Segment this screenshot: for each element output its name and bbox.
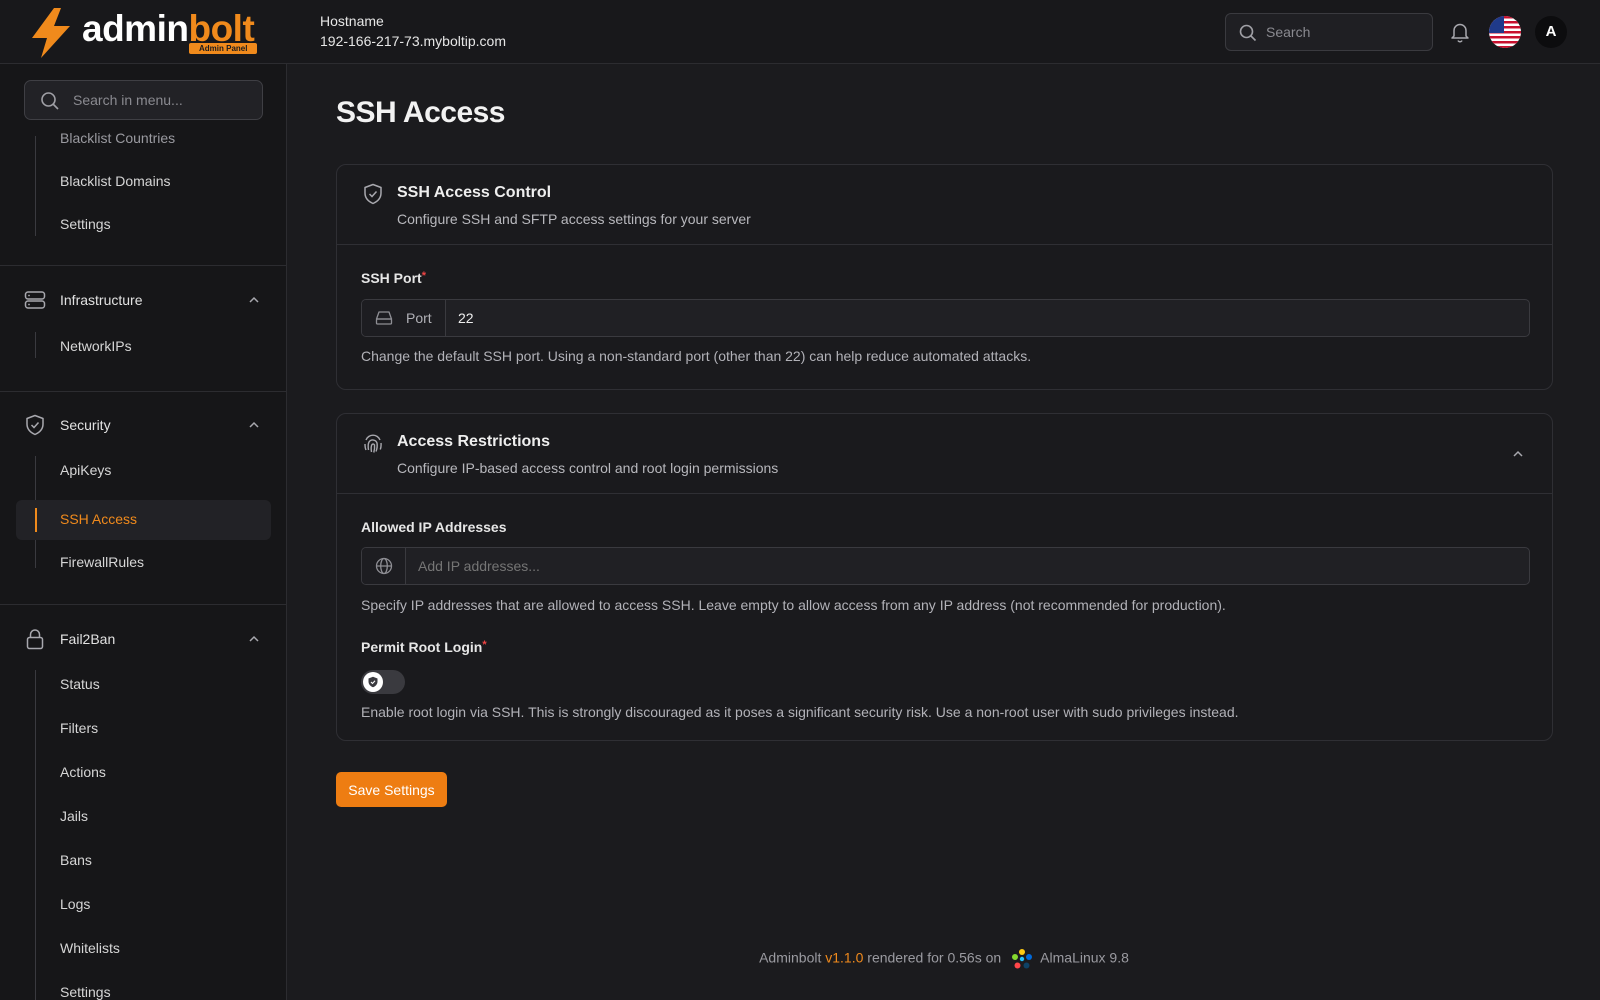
sidebar-item-filters[interactable]: Filters (60, 720, 98, 736)
sidebar-item-blacklist-countries[interactable]: Blacklist Countries (60, 130, 175, 146)
sidebar: Blacklist Countries Blacklist Domains Se… (0, 64, 287, 1000)
card-title: Access Restrictions (397, 433, 550, 450)
nav-tree-line (35, 332, 36, 358)
sidebar-item-ssh-access[interactable]: SSH Access (60, 511, 137, 527)
page-title: SSH Access (336, 96, 506, 129)
hostname-label: Hostname (320, 13, 384, 29)
chevron-up-icon (249, 635, 259, 642)
menu-search[interactable] (24, 80, 263, 120)
globe-addon (362, 548, 406, 584)
ssh-port-label: SSH Port* (361, 270, 426, 286)
sidebar-item-blacklist-domains[interactable]: Blacklist Domains (60, 173, 170, 189)
sidebar-item-networkips[interactable]: NetworkIPs (60, 338, 132, 354)
chevron-up-icon[interactable] (1512, 448, 1524, 460)
card-header[interactable]: Access Restrictions Configure IP-based a… (337, 414, 1552, 494)
global-search-input[interactable] (1266, 14, 1426, 50)
sidebar-item-actions[interactable]: Actions (60, 764, 106, 780)
footer: Adminbolt v1.1.0 rendered for 0.56s on A… (288, 948, 1600, 970)
card-title: SSH Access Control (397, 184, 552, 201)
allowed-ips-help: Specify IP addresses that are allowed to… (361, 597, 1226, 613)
sidebar-item-fail2ban-settings[interactable]: Settings (60, 984, 111, 1000)
shield-check-icon (26, 414, 44, 436)
logo-badge: Admin Panel (189, 43, 258, 54)
sidebar-group-security[interactable]: Security (24, 414, 264, 438)
sidebar-item-bans[interactable]: Bans (60, 852, 92, 868)
card-subtitle: Configure SSH and SFTP access settings f… (397, 211, 751, 227)
card-subtitle: Configure IP-based access control and ro… (397, 460, 779, 476)
sidebar-item-settings[interactable]: Settings (60, 216, 111, 232)
allowed-ips-input[interactable] (418, 548, 1518, 584)
sidebar-divider (0, 265, 286, 266)
hostname-block: Hostname 192-166-217-73.myboltip.com (320, 13, 506, 49)
shield-check-icon (364, 183, 382, 205)
footer-app: Adminbolt (759, 949, 822, 966)
us-flag-icon[interactable] (1489, 16, 1521, 48)
main-content: SSH Access SSH Access Control Configure … (288, 64, 1600, 1000)
hostname-value: 192-166-217-73.myboltip.com (320, 33, 506, 49)
save-settings-button[interactable]: Save Settings (336, 772, 447, 807)
hard-drive-icon (375, 311, 393, 325)
server-icon (24, 291, 46, 309)
permit-root-login-toggle[interactable] (361, 670, 405, 694)
access-restrictions-card: Access Restrictions Configure IP-based a… (336, 413, 1553, 741)
sidebar-active-indicator (35, 508, 37, 532)
ssh-port-field[interactable]: Port 22 (361, 299, 1530, 337)
ssh-port-help: Change the default SSH port. Using a non… (361, 348, 1032, 364)
sidebar-group-infrastructure[interactable]: Infrastructure (24, 289, 264, 313)
sidebar-active-highlight (16, 500, 271, 540)
permit-root-login-help: Enable root login via SSH. This is stron… (361, 704, 1239, 720)
footer-os: AlmaLinux 9.8 (1040, 949, 1129, 966)
sidebar-group-label: Security (60, 417, 111, 433)
toggle-knob (363, 672, 383, 692)
fingerprint-icon (364, 434, 382, 453)
search-icon (41, 92, 59, 110)
top-header: adminbolt Admin Panel Hostname 192-166-2… (0, 0, 1600, 64)
nav-tree-line (35, 670, 36, 1000)
ssh-port-input[interactable]: 22 (458, 310, 474, 326)
chevron-up-icon (249, 421, 259, 428)
sidebar-group-label: Fail2Ban (60, 631, 116, 647)
almalinux-icon (1012, 949, 1033, 969)
card-header: SSH Access Control Configure SSH and SFT… (337, 165, 1552, 245)
nav-tree-line (35, 136, 36, 236)
sidebar-item-apikeys[interactable]: ApiKeys (60, 462, 111, 478)
shield-icon (368, 676, 378, 688)
sidebar-item-firewallrules[interactable]: FirewallRules (60, 554, 144, 570)
sidebar-group-fail2ban[interactable]: Fail2Ban (24, 628, 264, 652)
globe-icon (375, 557, 393, 575)
bell-icon[interactable] (1449, 21, 1471, 43)
avatar[interactable]: A (1535, 16, 1567, 48)
lock-icon (26, 629, 44, 650)
sidebar-item-status[interactable]: Status (60, 676, 100, 692)
footer-version[interactable]: v1.1.0 (825, 950, 863, 966)
menu-search-input[interactable] (73, 81, 253, 119)
permit-root-login-label: Permit Root Login* (361, 639, 487, 655)
allowed-ips-field[interactable] (361, 547, 1530, 585)
allowed-ips-label: Allowed IP Addresses (361, 519, 507, 535)
bolt-icon (32, 8, 70, 58)
sidebar-divider (0, 604, 286, 605)
sidebar-item-jails[interactable]: Jails (60, 808, 88, 824)
footer-rendered: rendered for 0.56s on (867, 949, 1002, 966)
port-addon-label: Port (406, 310, 432, 326)
ssh-access-control-card: SSH Access Control Configure SSH and SFT… (336, 164, 1553, 390)
sidebar-group-label: Infrastructure (60, 292, 143, 308)
sidebar-item-logs[interactable]: Logs (60, 896, 90, 912)
sidebar-divider (0, 391, 286, 392)
search-icon (1239, 24, 1257, 42)
sidebar-item-whitelists[interactable]: Whitelists (60, 940, 120, 956)
port-addon: Port (362, 300, 446, 336)
global-search[interactable] (1225, 13, 1433, 51)
adminbolt-logo[interactable]: adminbolt Admin Panel (28, 6, 268, 60)
chevron-up-icon (249, 296, 259, 303)
